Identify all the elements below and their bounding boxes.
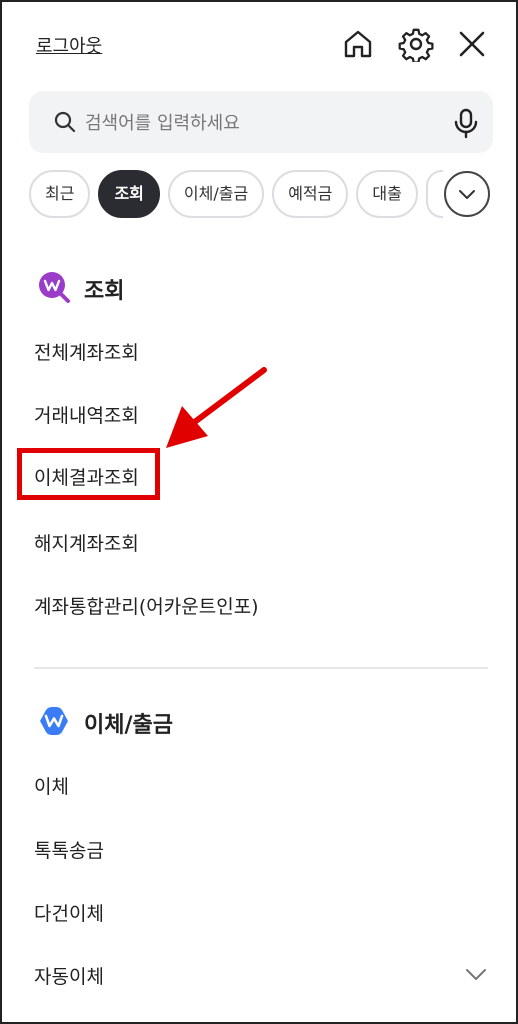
section-title: 이체/출금 [84,713,173,738]
menu-item-auto-transfer[interactable]: 자동이체 [34,962,104,989]
tab-deposit[interactable]: 예적금 [272,170,349,218]
category-tabs: 최근 조회 이체/출금 예적금 대출 [29,170,443,218]
search-w-icon [36,269,72,305]
menu-item-transfer[interactable]: 이체 [34,772,69,799]
home-icon[interactable] [340,26,376,62]
search-bar [29,91,493,153]
menu-item-bulk-transfer[interactable]: 다건이체 [34,899,104,926]
highlight-box [17,448,160,500]
menu-item-all-accounts[interactable]: 전체계좌조회 [34,338,139,365]
microphone-icon[interactable] [449,106,483,140]
tab-query[interactable]: 조회 [98,170,160,218]
settings-icon[interactable] [398,26,434,64]
w-logo-icon [36,703,72,739]
close-icon[interactable] [454,26,490,62]
chevron-down-icon[interactable] [464,965,488,985]
tab-partial[interactable] [425,170,443,218]
menu-item-closed-accounts[interactable]: 해지계좌조회 [34,529,139,556]
top-bar: 로그아웃 [2,2,516,86]
pointer-arrow-icon [166,367,267,448]
tabs-expand-button[interactable] [444,171,490,217]
logout-link[interactable]: 로그아웃 [36,32,102,58]
menu-item-transaction-history[interactable]: 거래내역조회 [34,401,139,428]
tab-recent[interactable]: 최근 [29,170,91,218]
search-input[interactable] [83,105,447,141]
search-icon [53,110,77,134]
menu-item-toktok-send[interactable]: 톡톡송금 [34,836,104,863]
section-title: 조회 [84,279,125,304]
tab-loan[interactable]: 대출 [356,170,418,218]
menu-item-account-info[interactable]: 계좌통합관리(어카운트인포) [34,592,259,619]
section-divider [34,667,488,669]
menu-screen: 로그아웃 검색어를 입력하세요 최근 조회 이체/출금 예적금 대출 조회 전체… [0,0,518,1024]
chevron-down-icon [459,190,475,199]
tab-transfer[interactable]: 이체/출금 [167,170,265,218]
